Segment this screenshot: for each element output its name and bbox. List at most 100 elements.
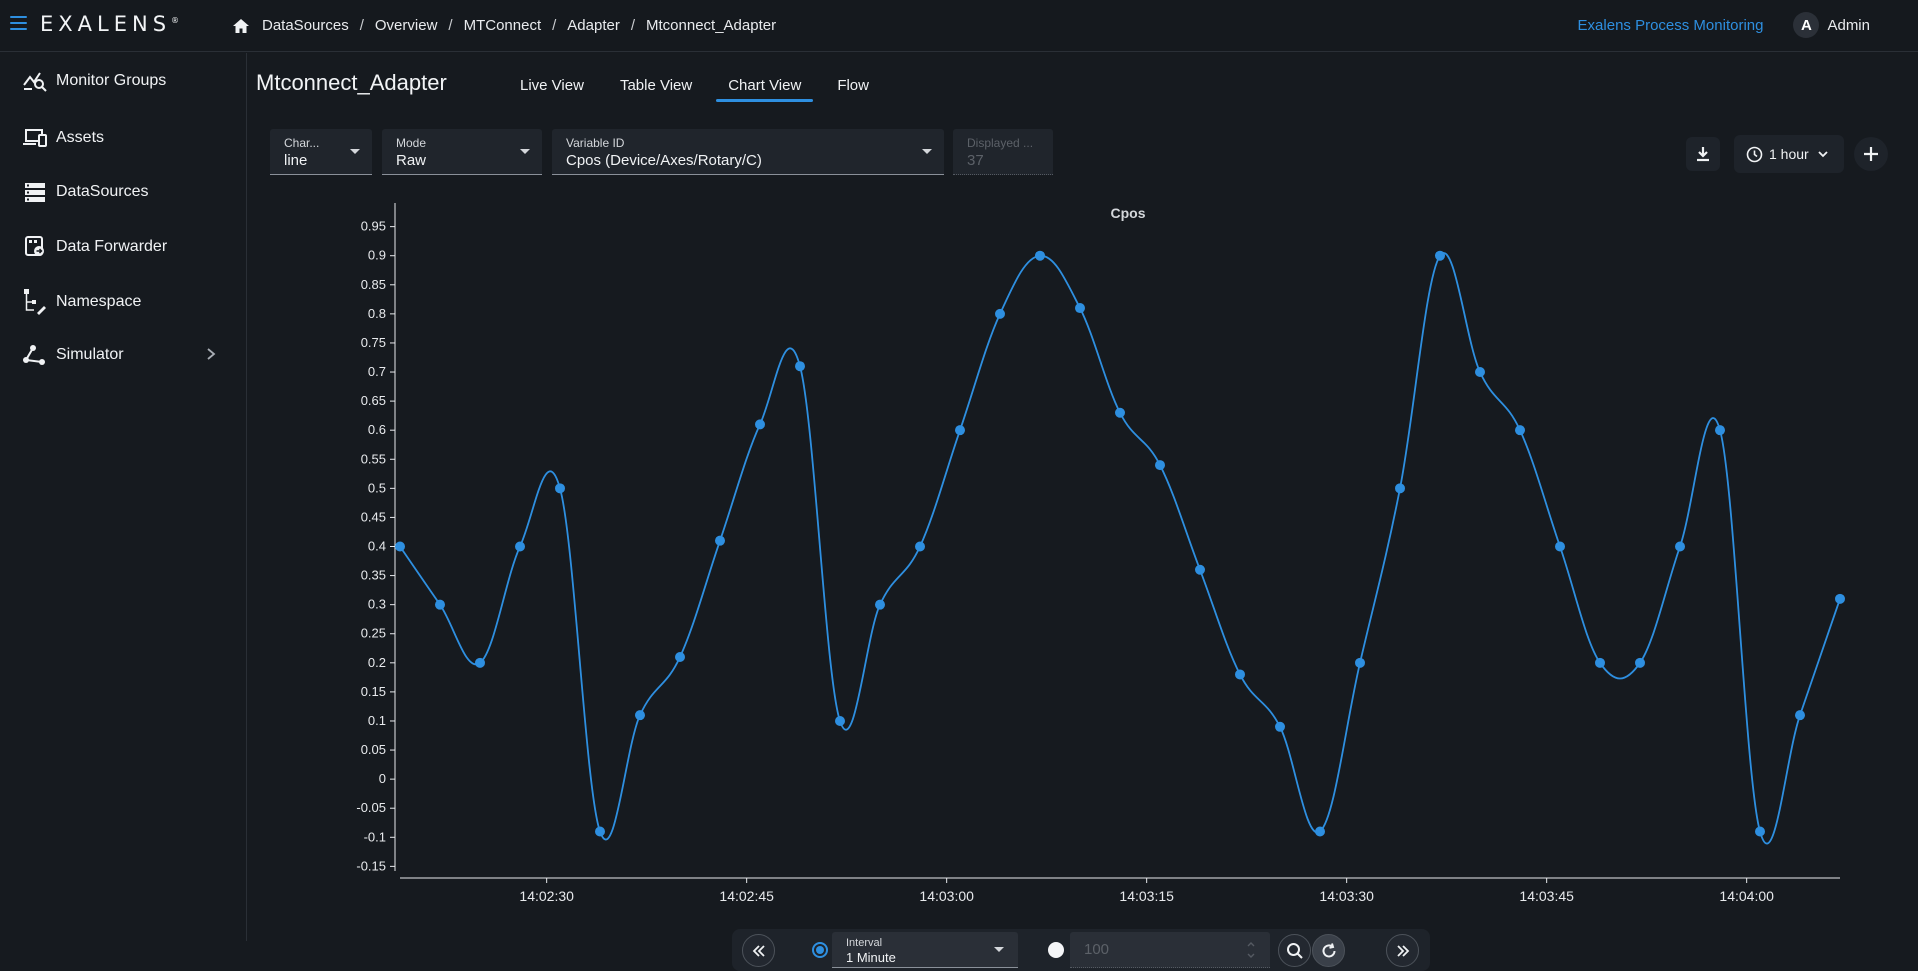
chevron-down-icon: [1818, 151, 1828, 158]
caret-down-icon: [520, 149, 530, 154]
y-tick-label: -0.15: [356, 858, 386, 873]
namespace-icon: [24, 289, 46, 315]
breadcrumb-separator: /: [448, 17, 453, 34]
x-tick-label: 14:02:45: [719, 888, 774, 903]
breadcrumb-separator: /: [630, 17, 635, 34]
data-point: [1115, 407, 1125, 418]
mode-label: Mode: [396, 136, 427, 150]
sidebar-item-label: Assets: [56, 129, 105, 146]
sidebar-item-monitor-groups[interactable]: Monitor Groups: [22, 69, 237, 93]
data-point: [1835, 593, 1845, 604]
variable-id-select[interactable]: Variable ID Cpos (Device/Axes/Rotary/C): [552, 129, 944, 175]
y-tick-label: 0.9: [368, 248, 386, 263]
chevron-right-icon[interactable]: [205, 347, 217, 361]
fast-forward-button[interactable]: [1386, 934, 1419, 967]
sidebar-item-label: Namespace: [56, 293, 142, 310]
y-tick-label: 0: [379, 771, 386, 786]
avatar[interactable]: A: [1793, 12, 1820, 38]
logo: EXALENS®: [40, 12, 180, 36]
data-point: [955, 425, 965, 436]
displayed-count-field: Displayed ... 37: [953, 129, 1053, 175]
download-button[interactable]: [1686, 137, 1720, 171]
time-range-value: 1 hour: [1769, 146, 1809, 162]
count-radio[interactable]: [1048, 942, 1064, 958]
y-tick-label: 0.5: [368, 480, 386, 495]
data-point: [1235, 669, 1245, 680]
datasources-icon: [25, 183, 45, 202]
search-button[interactable]: [1278, 934, 1311, 967]
data-point: [595, 826, 605, 837]
x-tick-label: 14:03:30: [1319, 888, 1374, 903]
menu-icon[interactable]: [10, 16, 27, 30]
double-chevron-right-icon: [1396, 944, 1409, 957]
y-tick-label: 0.2: [368, 655, 386, 670]
data-point: [1275, 721, 1285, 732]
sidebar-item-data-forwarder[interactable]: Data Forwarder: [22, 235, 237, 259]
series-line: [399, 252, 1841, 845]
user-name[interactable]: Admin: [1827, 17, 1870, 34]
sidebar: Monitor Groups Assets DataSources Data F…: [0, 53, 247, 941]
y-tick-label: 0.3: [368, 597, 386, 612]
data-point: [1435, 250, 1445, 261]
breadcrumb-item[interactable]: Overview: [375, 17, 438, 34]
y-tick-label: 0.95: [361, 219, 386, 234]
app-link[interactable]: Exalens Process Monitoring: [1578, 17, 1764, 34]
data-point: [1675, 541, 1685, 552]
data-point: [635, 710, 645, 721]
sidebar-item-label: Data Forwarder: [56, 238, 168, 255]
interval-select[interactable]: Interval 1 Minute: [832, 932, 1018, 968]
caret-down-icon: [994, 947, 1004, 952]
y-tick-label: -0.1: [364, 829, 386, 844]
chart-type-select[interactable]: Char... line: [270, 129, 372, 175]
download-icon: [1697, 147, 1709, 162]
sidebar-item-simulator[interactable]: Simulator: [22, 343, 237, 367]
sidebar-item-namespace[interactable]: Namespace: [22, 287, 237, 317]
refresh-button[interactable]: [1312, 934, 1345, 967]
tab-flow[interactable]: Flow: [825, 73, 881, 102]
tab-table-view[interactable]: Table View: [608, 73, 704, 102]
data-point: [1515, 425, 1525, 436]
tab-live-view[interactable]: Live View: [508, 73, 596, 102]
interval-value: 1 Minute: [846, 950, 896, 965]
mode-value: Raw: [396, 152, 427, 169]
refresh-icon: [1322, 942, 1335, 957]
data-point: [1595, 657, 1605, 668]
data-forwarder-icon: [25, 236, 44, 256]
y-tick-label: 0.1: [368, 713, 386, 728]
data-point: [1555, 541, 1565, 552]
data-point: [1715, 425, 1725, 436]
x-tick-label: 14:03:00: [919, 888, 974, 903]
sidebar-item-assets[interactable]: Assets: [22, 126, 237, 150]
breadcrumb-item[interactable]: DataSources: [262, 17, 349, 34]
mode-select[interactable]: Mode Raw: [382, 129, 542, 175]
data-point: [1355, 657, 1365, 668]
logo-text: EXALENS: [40, 12, 172, 36]
data-point: [1195, 564, 1205, 575]
plus-icon: [1864, 147, 1878, 161]
top-bar: EXALENS® DataSources / Overview / MTConn…: [0, 0, 1918, 52]
tab-chart-view[interactable]: Chart View: [716, 73, 814, 102]
spinner-icon: [1247, 942, 1255, 958]
sidebar-item-datasources[interactable]: DataSources: [22, 180, 237, 204]
breadcrumb-item[interactable]: MTConnect: [464, 17, 542, 34]
interval-radio[interactable]: [812, 942, 828, 958]
y-tick-label: -0.05: [356, 800, 386, 815]
data-point: [715, 535, 725, 546]
double-chevron-left-icon: [752, 944, 765, 957]
count-input: [1084, 941, 1234, 958]
assets-icon: [23, 129, 47, 147]
data-point: [475, 657, 485, 668]
data-point: [1075, 303, 1085, 314]
data-point: [555, 483, 565, 494]
clock-icon: [1746, 146, 1763, 162]
add-button[interactable]: [1854, 137, 1888, 171]
breadcrumb-item[interactable]: Adapter: [567, 17, 620, 34]
home-icon[interactable]: [232, 18, 250, 34]
time-range-button[interactable]: 1 hour: [1734, 135, 1844, 173]
data-point: [1395, 483, 1405, 494]
caret-down-icon: [350, 149, 360, 154]
y-tick-label: 0.7: [368, 364, 386, 379]
breadcrumb-separator: /: [359, 17, 364, 34]
line-chart[interactable]: 0.95 0.9 0.85 0.8 0.75 0.7 0.65 0.6 0.55 0.5 0.45 0…: [248, 183, 1918, 903]
rewind-button[interactable]: [742, 934, 775, 967]
